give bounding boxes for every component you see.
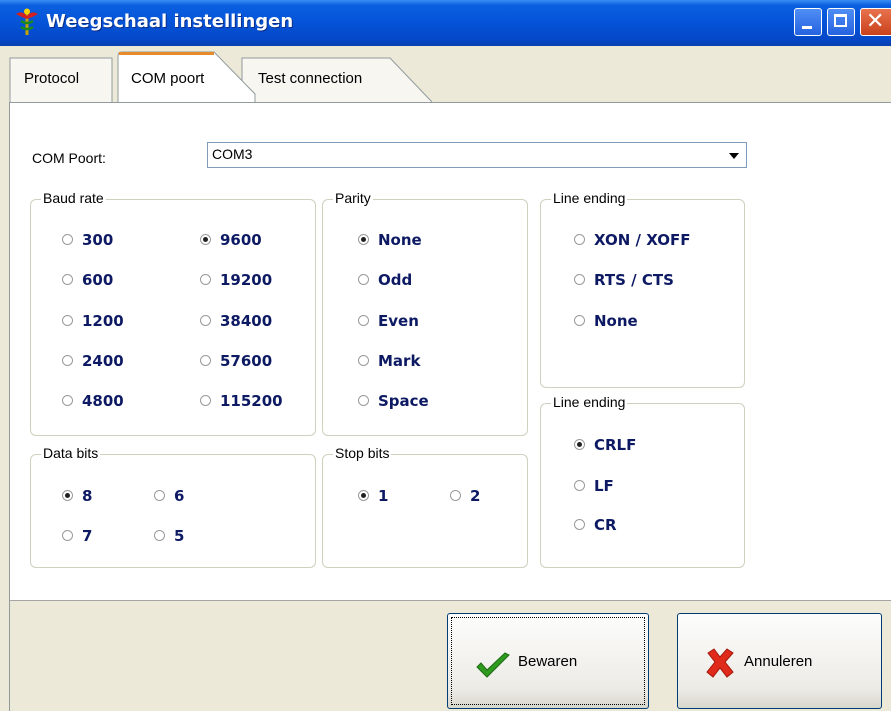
tab-test-connection[interactable]: Test connection xyxy=(242,54,432,106)
com-port-select[interactable]: COM3 xyxy=(207,142,747,168)
stop-bits-group: Stop bits xyxy=(322,445,528,568)
window-title: Weegschaal instellingen xyxy=(46,11,294,32)
checkmark-icon xyxy=(476,652,510,678)
data-bits-group: Data bits xyxy=(30,445,316,568)
close-icon: ✕ xyxy=(866,9,885,34)
flow-control-group: Line ending xyxy=(540,190,745,388)
parity-title: Parity xyxy=(333,190,373,206)
minimize-button[interactable] xyxy=(794,8,822,36)
tab-strip: Protocol COM poort Test connection xyxy=(0,46,891,102)
save-button[interactable]: Bewaren xyxy=(447,613,649,709)
stop-bits-title: Stop bits xyxy=(333,445,392,461)
flow-control-title: Line ending xyxy=(551,190,628,206)
title-bar[interactable]: Weegschaal instellingen ✕ xyxy=(0,0,891,46)
cancel-button[interactable]: Annuleren xyxy=(677,613,882,709)
maximize-icon xyxy=(834,14,847,27)
maximize-button[interactable] xyxy=(827,8,855,36)
caduceus-icon xyxy=(16,8,38,35)
cancel-button-label: Annuleren xyxy=(744,653,813,670)
baud-rate-title: Baud rate xyxy=(41,190,106,206)
chevron-down-icon[interactable] xyxy=(724,145,744,165)
close-button[interactable]: ✕ xyxy=(860,8,891,36)
data-bits-title: Data bits xyxy=(41,445,101,461)
red-x-icon xyxy=(706,648,734,678)
tab-protocol[interactable]: Protocol xyxy=(10,54,112,106)
dialog-window: Weegschaal instellingen ✕ Protocol COM p… xyxy=(0,0,891,711)
tab-com-poort[interactable]: COM poort xyxy=(118,50,255,102)
line-ending-title: Line ending xyxy=(551,394,628,410)
save-button-label: Bewaren xyxy=(518,653,578,670)
minimize-icon xyxy=(802,26,812,29)
com-port-value: COM3 xyxy=(212,146,253,162)
line-ending-group: Line ending xyxy=(540,394,745,568)
com-port-label: COM Poort: xyxy=(32,150,106,166)
